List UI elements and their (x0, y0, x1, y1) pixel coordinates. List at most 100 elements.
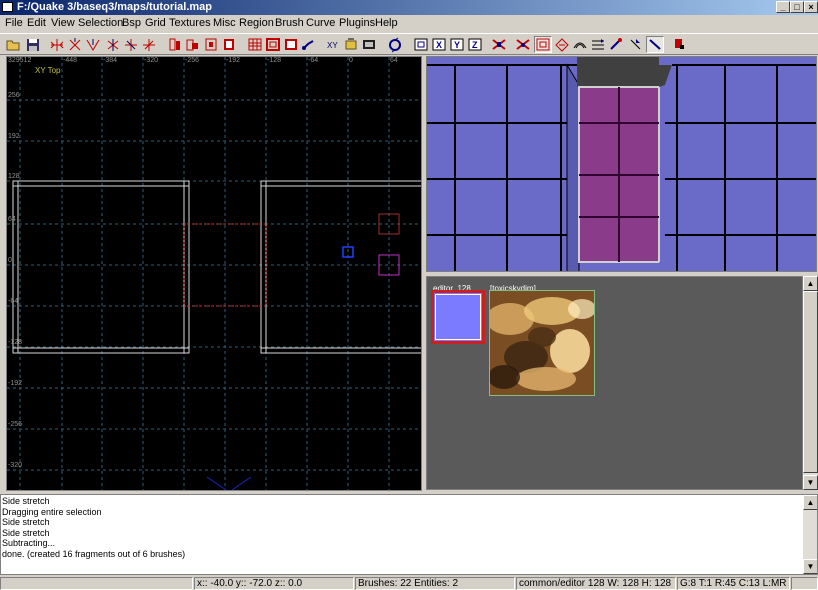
xy-view[interactable]: XY Top 329512 -448 -384 -320 -256 -192 -128 -64… (6, 56, 422, 491)
select-partial-tall-button[interactable] (202, 36, 220, 53)
flip-x-button[interactable] (48, 36, 66, 53)
csg-subtract-button[interactable] (246, 36, 264, 53)
minimize-button[interactable]: _ (776, 1, 790, 13)
console-scrollbar[interactable]: ▲ ▼ (803, 495, 817, 574)
menu-help[interactable]: Help (375, 16, 398, 30)
ceiling-gap (577, 57, 659, 87)
x-glyph: X (436, 40, 442, 50)
scroll-thumb[interactable] (803, 291, 818, 473)
patch-bend-button[interactable] (571, 36, 589, 53)
view-y-icon: Y (450, 38, 464, 51)
camera-button[interactable] (360, 36, 378, 53)
scroll-up-button[interactable]: ▲ (803, 276, 818, 291)
insert-patch-points-button[interactable] (607, 36, 625, 53)
patch-wireframe-button[interactable] (553, 36, 571, 53)
select-inside-button[interactable] (220, 36, 238, 53)
status-coords: x:: -40.0 y:: -72.0 z:: 0.0 (194, 577, 354, 590)
arrow-up-icon: ▲ (806, 279, 815, 288)
menu-bar: File Edit View Selection Bsp Grid Textur… (0, 15, 818, 31)
size-grip[interactable] (791, 577, 818, 590)
console-log[interactable]: Side stretch Dragging entire selection S… (0, 494, 818, 575)
ruler-tick-y: 192 (8, 133, 20, 140)
close-icon: × (808, 2, 814, 12)
view-y-button[interactable]: Y (448, 36, 466, 53)
menu-edit[interactable]: Edit (27, 16, 46, 30)
ruler-tick-y: 128 (8, 173, 20, 180)
console-scroll-down[interactable]: ▼ (803, 559, 817, 574)
menu-file[interactable]: File (5, 16, 23, 30)
menu-brush[interactable]: Brush (275, 16, 304, 30)
patch-tessellation-button[interactable] (589, 36, 607, 53)
rotate-x-button[interactable] (104, 36, 122, 53)
ruler-tick-y: -128 (8, 339, 23, 346)
free-rotation-button[interactable]: XY (324, 36, 342, 53)
view-x-icon: X (432, 38, 446, 51)
menu-grid[interactable]: Grid (145, 16, 166, 30)
menu-misc[interactable]: Misc (213, 16, 236, 30)
maximize-button[interactable]: □ (790, 1, 804, 13)
texture-toxicskydim[interactable] (489, 290, 595, 396)
menu-bsp[interactable]: Bsp (122, 16, 141, 30)
app-icon[interactable] (2, 2, 13, 12)
drop-patch-button[interactable] (627, 36, 645, 53)
camera-view[interactable] (426, 56, 817, 272)
rotate-lock-icon (516, 39, 530, 50)
save-button[interactable] (24, 36, 42, 53)
flip-z-icon (86, 39, 100, 51)
menu-selection[interactable]: Selection (78, 16, 123, 30)
texture-browser[interactable]: editor_128 [toxicskydim] (426, 276, 803, 490)
show-patch-bounding-button[interactable] (534, 36, 552, 53)
view-top-button[interactable] (412, 36, 430, 53)
free-scaling-button[interactable] (342, 36, 360, 53)
csg-hollow-button[interactable] (264, 36, 282, 53)
console-line: Subtracting... (2, 538, 56, 548)
maximize-icon: □ (794, 2, 800, 12)
console-scroll-up[interactable]: ▲ (803, 495, 817, 510)
drop-patch-icon (630, 39, 641, 50)
status-grid: G:8 T:1 R:45 C:13 L:MR (677, 577, 790, 590)
close-button[interactable]: × (804, 1, 818, 13)
patch-tessellation-icon (592, 39, 604, 50)
rotate-z-button[interactable] (140, 36, 158, 53)
ruler-tick-y: -192 (8, 380, 23, 387)
menu-view[interactable]: View (51, 16, 75, 30)
rotate-lock-button[interactable] (514, 36, 532, 53)
window-title: F:/Quake 3/baseq3/maps/tutorial.map (17, 1, 213, 13)
camera-render[interactable] (427, 57, 817, 272)
menu-plugins[interactable]: Plugins (339, 16, 375, 30)
flip-x-icon (50, 39, 64, 51)
entity-button[interactable] (670, 36, 688, 53)
rotate-y-button[interactable] (122, 36, 140, 53)
xy-grid[interactable] (7, 57, 422, 491)
curve-cap-icon (649, 39, 661, 50)
open-button[interactable] (5, 36, 23, 53)
flip-z-button[interactable] (84, 36, 102, 53)
curve-cap-button[interactable] (646, 36, 664, 53)
texture-lock-button[interactable] (490, 36, 508, 53)
select-complete-tall-icon (169, 38, 180, 51)
menu-region[interactable]: Region (239, 16, 274, 30)
camera-icon (363, 40, 375, 49)
select-complete-tall-button[interactable] (166, 36, 184, 53)
csg-merge-button[interactable] (282, 36, 300, 53)
menu-curve[interactable]: Curve (306, 16, 335, 30)
flip-y-button[interactable] (66, 36, 84, 53)
texture-editor-128[interactable] (431, 290, 485, 344)
select-touching-button[interactable] (184, 36, 202, 53)
csg-hollow-icon (266, 38, 280, 51)
change-views-button[interactable] (386, 36, 404, 53)
console-line: done. (created 16 fragments out of 6 bru… (2, 548, 186, 559)
csg-merge-icon (285, 39, 297, 50)
console-line: Side stretch (2, 527, 50, 538)
view-z-button[interactable]: Z (466, 36, 484, 53)
texture-scrollbar[interactable]: ▲ ▼ (803, 276, 818, 490)
view-title: XY Top (35, 66, 61, 75)
clipper-button[interactable] (300, 36, 318, 53)
menu-textures[interactable]: Textures (169, 16, 211, 30)
view-x-button[interactable]: X (430, 36, 448, 53)
console-line: Side stretch (2, 517, 50, 527)
ruler-tick-x: -256 (185, 57, 200, 64)
brush-outlines (12, 180, 421, 354)
arrow-up-icon: ▲ (806, 498, 815, 507)
scroll-down-button[interactable]: ▼ (803, 475, 818, 490)
